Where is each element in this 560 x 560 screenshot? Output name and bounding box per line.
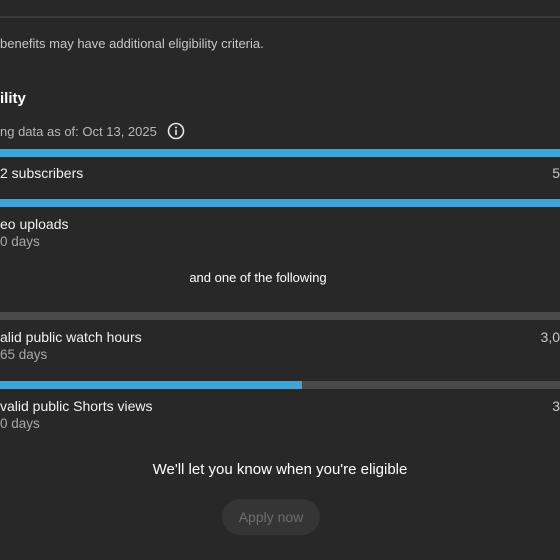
shorts-views-label: valid public Shorts views xyxy=(0,398,153,414)
and-one-of-following: and one of the following xyxy=(189,270,327,285)
info-icon[interactable] xyxy=(167,122,185,140)
shorts-views-progress-bar xyxy=(0,381,560,389)
shorts-views-progress-fill xyxy=(0,381,303,389)
watch-hours-label: alid public watch hours xyxy=(0,329,142,345)
subscribers-progress-fill xyxy=(0,149,560,157)
uploads-label: eo uploads xyxy=(0,216,69,232)
subscribers-progress-bar xyxy=(0,149,560,157)
watch-hours-target: 3,0 xyxy=(540,329,560,345)
uploads-progress-fill xyxy=(0,199,560,207)
subscribers-target: 5 xyxy=(552,165,560,181)
data-as-of-row: ng data as of: Oct 13, 2025 xyxy=(0,122,185,140)
top-divider xyxy=(0,16,560,18)
uploads-progress-bar xyxy=(0,199,560,207)
section-heading: ility xyxy=(0,90,26,107)
watch-hours-period: 65 days xyxy=(0,347,48,362)
data-as-of-text: ng data as of: Oct 13, 2025 xyxy=(0,123,157,139)
watch-hours-progress-bar xyxy=(0,312,560,320)
uploads-period: 0 days xyxy=(0,234,40,249)
shorts-views-period: 0 days xyxy=(0,416,40,431)
subscribers-label: 2 subscribers xyxy=(0,165,84,181)
eligible-message: We'll let you know when you're eligible xyxy=(152,461,408,478)
apply-now-button[interactable]: Apply now xyxy=(222,499,320,535)
eligibility-note: benefits may have additional eligibility… xyxy=(0,36,264,51)
shorts-views-target: 3 xyxy=(552,398,560,414)
